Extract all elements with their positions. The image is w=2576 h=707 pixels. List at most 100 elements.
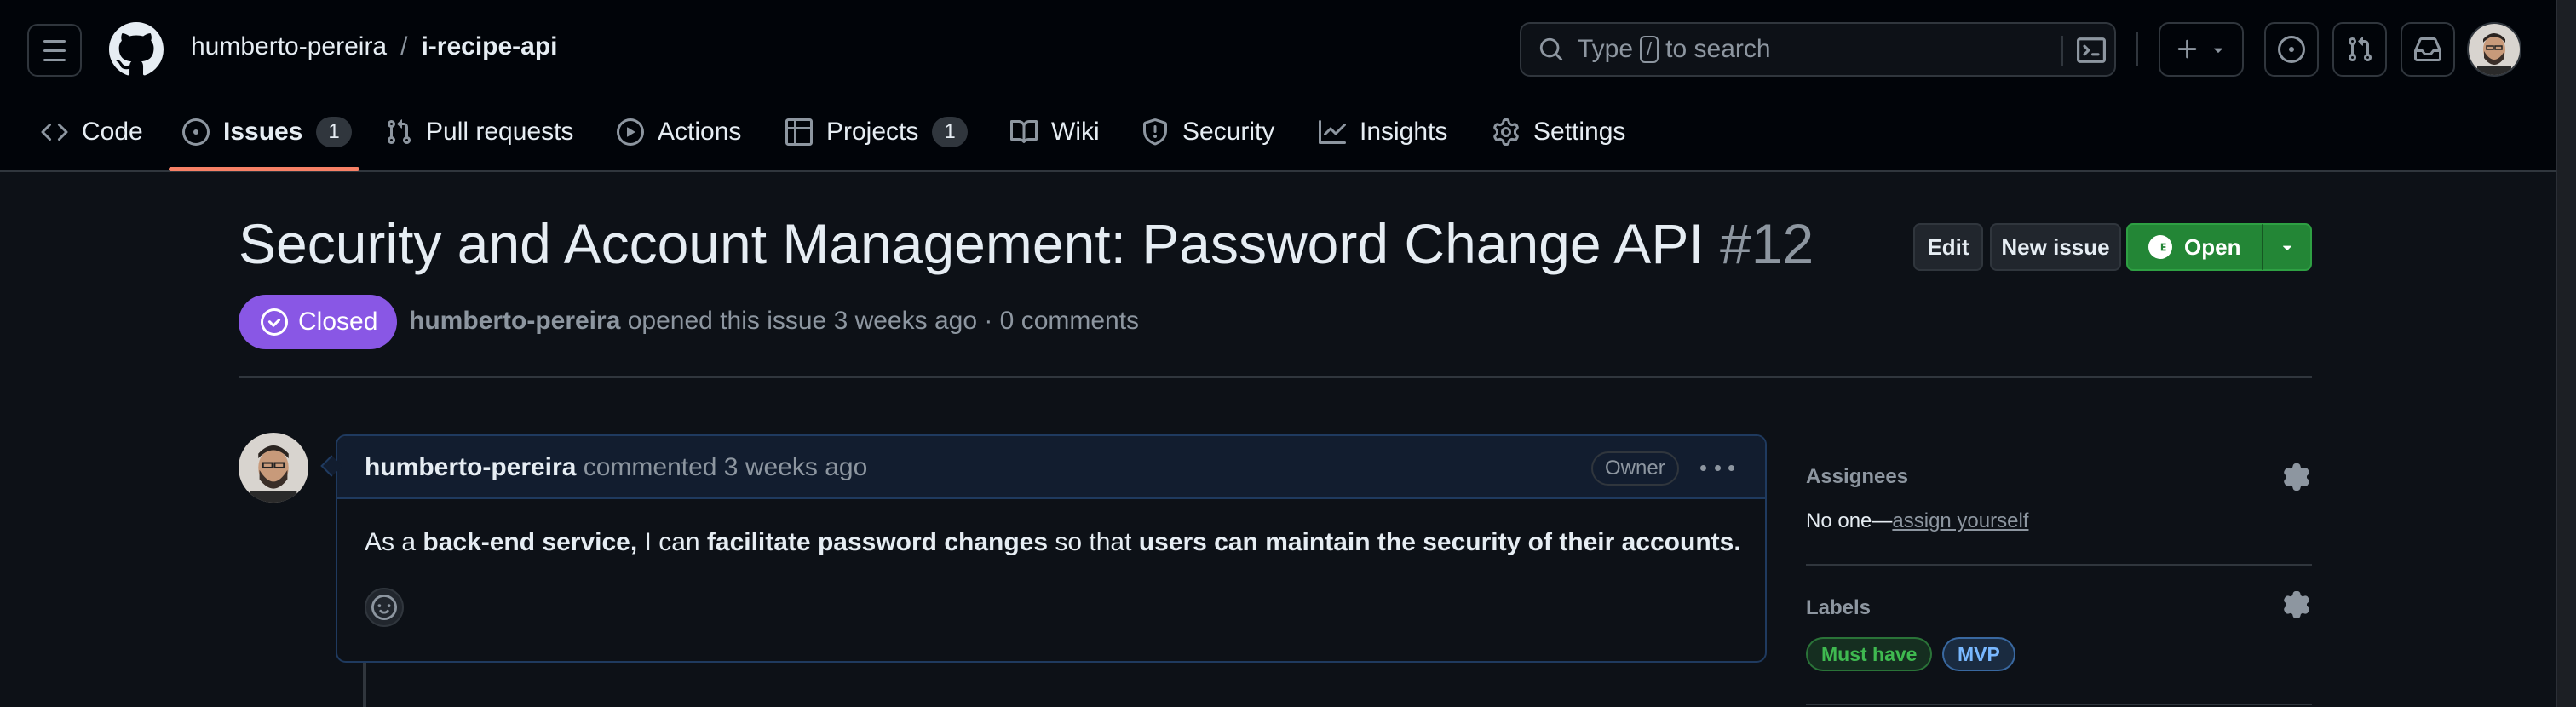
search-input[interactable]: Type / to search (1520, 22, 2116, 77)
page-scrollbar[interactable] (2556, 0, 2576, 707)
tab-security[interactable]: Security (1141, 109, 1274, 155)
comment-card: humberto-pereira commented 3 weeks ago O… (336, 434, 1767, 663)
tab-settings[interactable]: Settings (1492, 109, 1625, 155)
header-separator (239, 376, 2312, 378)
comment-text: so that (1048, 528, 1139, 556)
git-pull-request-icon (2348, 37, 2372, 62)
timeline-line (363, 663, 366, 707)
comment-author-avatar[interactable] (239, 433, 308, 503)
open-button-label: Open (2184, 233, 2241, 260)
add-reaction-button[interactable] (365, 588, 404, 627)
tab-pull-requests-label: Pull requests (426, 118, 574, 146)
inbox-icon (2414, 37, 2441, 61)
play-icon (617, 118, 644, 146)
comment-text-bold: users can maintain the security of their… (1138, 528, 1741, 556)
comment-text: As a (365, 528, 423, 556)
header-divider (2136, 32, 2138, 66)
projects-count-badge: 1 (932, 117, 968, 147)
pull-requests-shortcut-button[interactable] (2332, 22, 2387, 77)
tab-insights[interactable]: Insights (1319, 109, 1447, 155)
sidebar-divider (1806, 704, 2312, 705)
new-issue-button[interactable]: New issue (1990, 223, 2121, 271)
open-dropdown-button[interactable] (2263, 238, 2310, 256)
label-mvp[interactable]: MVP (1942, 637, 2015, 671)
create-new-button[interactable] (2159, 22, 2244, 77)
codespaces-icon (2148, 235, 2172, 259)
breadcrumb: humberto-pereira / i-recipe-api (191, 32, 558, 61)
tab-insights-label: Insights (1360, 118, 1448, 146)
open-button[interactable]: Open (2128, 234, 2262, 261)
search-divider (2061, 36, 2063, 66)
search-placeholder-suffix: to search (1665, 35, 1771, 63)
smiley-icon (371, 595, 397, 620)
active-tab-indicator (169, 167, 359, 171)
status-badge-label: Closed (298, 308, 378, 336)
user-avatar[interactable] (2467, 22, 2521, 77)
labels-gear-icon[interactable] (2283, 591, 2310, 618)
shield-icon (1143, 118, 1167, 146)
tab-security-label: Security (1182, 118, 1275, 146)
issue-meta-text: opened this issue 3 weeks ago · 0 commen… (627, 307, 1140, 335)
owner-badge: Owner (1591, 451, 1679, 486)
tab-issues[interactable]: Issues 1 (182, 109, 352, 155)
assignees-none-text: No one— (1806, 509, 1893, 532)
comment-timestamp[interactable]: commented 3 weeks ago (584, 453, 868, 481)
issues-shortcut-button[interactable] (2264, 22, 2319, 77)
issue-opened-icon (182, 118, 210, 146)
tab-actions[interactable]: Actions (617, 109, 741, 155)
comment-header: humberto-pereira commented 3 weeks ago O… (337, 436, 1765, 499)
book-icon (1010, 119, 1038, 143)
comment-options-button[interactable] (1700, 455, 1734, 480)
issue-author-link[interactable]: humberto-pereira (409, 307, 620, 335)
assignees-heading: Assignees (1806, 465, 1909, 488)
edit-button[interactable]: Edit (1913, 223, 1983, 271)
tab-actions-label: Actions (658, 118, 742, 146)
breadcrumb-separator: / (400, 32, 408, 60)
plus-icon (2177, 39, 2197, 59)
avatar-image (239, 433, 308, 503)
issues-count-badge: 1 (316, 117, 352, 147)
comment-text: I can (637, 528, 707, 556)
app-header: humberto-pereira / i-recipe-api Type / t… (0, 0, 2556, 172)
search-shortcut-key: / (1640, 36, 1659, 63)
tab-wiki-label: Wiki (1051, 118, 1100, 146)
tab-code-label: Code (82, 118, 143, 146)
git-pull-request-icon (387, 119, 411, 145)
tab-projects[interactable]: Projects 1 (785, 109, 968, 155)
issue-title: Security and Account Management: Passwor… (239, 211, 1814, 276)
issue-meta: humberto-pereira opened this issue 3 wee… (409, 307, 1139, 336)
search-placeholder-prefix: Type (1578, 35, 1634, 63)
code-icon (41, 123, 68, 141)
avatar-image (2469, 24, 2520, 75)
tab-issues-label: Issues (223, 118, 303, 146)
tab-projects-label: Projects (826, 118, 919, 146)
status-badge: Closed (239, 295, 397, 349)
search-icon (1539, 37, 1563, 61)
comment-body: As a back-end service, I can facilitate … (365, 528, 1741, 557)
tab-wiki[interactable]: Wiki (1010, 109, 1100, 155)
assignees-value: No one—assign yourself (1806, 509, 2028, 533)
label-must-have[interactable]: Must have (1806, 637, 1933, 671)
tab-pull-requests[interactable]: Pull requests (385, 109, 573, 155)
inbox-button[interactable] (2401, 22, 2455, 77)
check-circle-icon (261, 308, 288, 336)
graph-icon (1319, 120, 1346, 144)
repo-name-link[interactable]: i-recipe-api (421, 32, 557, 61)
comment-author-link[interactable]: humberto-pereira (365, 453, 576, 481)
chevron-down-icon (2282, 245, 2291, 250)
command-palette-icon[interactable] (2077, 36, 2106, 65)
github-logo-icon[interactable] (109, 22, 164, 77)
repo-owner-link[interactable]: humberto-pereira (191, 32, 387, 61)
issue-number: #12 (1720, 212, 1814, 275)
chevron-down-icon (2213, 48, 2223, 53)
search-placeholder: Type / to search (1578, 35, 1771, 64)
issue-title-text: Security and Account Management: Passwor… (239, 212, 1705, 275)
labels-heading: Labels (1806, 596, 1872, 619)
issue-opened-icon (2278, 36, 2305, 63)
assignees-gear-icon[interactable] (2283, 463, 2310, 491)
menu-button[interactable] (27, 24, 82, 77)
comment-text-bold: back-end service, (423, 528, 638, 556)
tab-code[interactable]: Code (41, 109, 143, 155)
assign-yourself-link[interactable]: assign yourself (1892, 509, 2028, 532)
comment-text-bold: facilitate password changes (706, 528, 1049, 556)
